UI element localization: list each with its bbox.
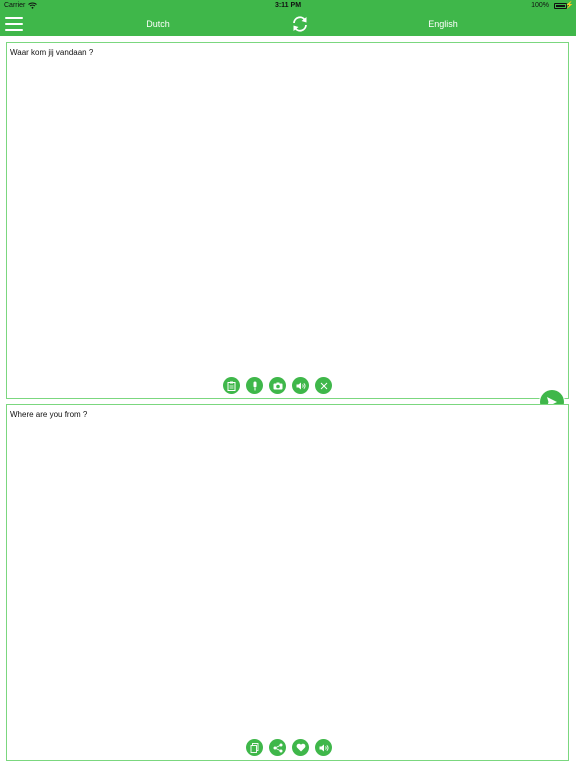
- target-language-button[interactable]: English: [416, 12, 470, 36]
- heart-icon: [296, 743, 305, 752]
- status-bar: Carrier 3:11 PM 100% ⚡: [0, 0, 576, 12]
- speaker-icon: [319, 744, 329, 751]
- clipboard-icon: [227, 381, 236, 391]
- favorite-button[interactable]: [292, 739, 309, 756]
- copy-button[interactable]: [246, 739, 263, 756]
- copy-icon: [250, 742, 259, 753]
- close-icon: [320, 382, 327, 389]
- source-text-panel[interactable]: Waar kom jij vandaan ?: [6, 42, 569, 399]
- clear-button[interactable]: [315, 377, 332, 394]
- swap-languages-icon[interactable]: [290, 14, 310, 34]
- microphone-icon: [253, 381, 256, 390]
- paste-button[interactable]: [223, 377, 240, 394]
- translated-text[interactable]: Where are you from ?: [10, 410, 87, 419]
- speak-source-button[interactable]: [292, 377, 309, 394]
- speaker-icon: [296, 382, 306, 389]
- share-button[interactable]: [269, 739, 286, 756]
- source-text[interactable]: Waar kom jij vandaan ?: [10, 48, 93, 57]
- camera-icon: [273, 382, 282, 389]
- menu-icon[interactable]: [5, 17, 23, 31]
- clock-label: 3:11 PM: [274, 2, 302, 9]
- microphone-button[interactable]: [246, 377, 263, 394]
- speak-translation-button[interactable]: [315, 739, 332, 756]
- source-language-button[interactable]: Dutch: [133, 12, 183, 36]
- charging-icon: ⚡: [565, 2, 574, 9]
- target-text-panel[interactable]: Where are you from ?: [6, 404, 569, 761]
- battery-percent-label: 100%: [531, 2, 549, 9]
- nav-bar: Dutch English: [0, 12, 576, 36]
- share-icon: [273, 743, 282, 752]
- target-toolbar: [246, 739, 332, 756]
- source-toolbar: [223, 377, 332, 394]
- camera-button[interactable]: [269, 377, 286, 394]
